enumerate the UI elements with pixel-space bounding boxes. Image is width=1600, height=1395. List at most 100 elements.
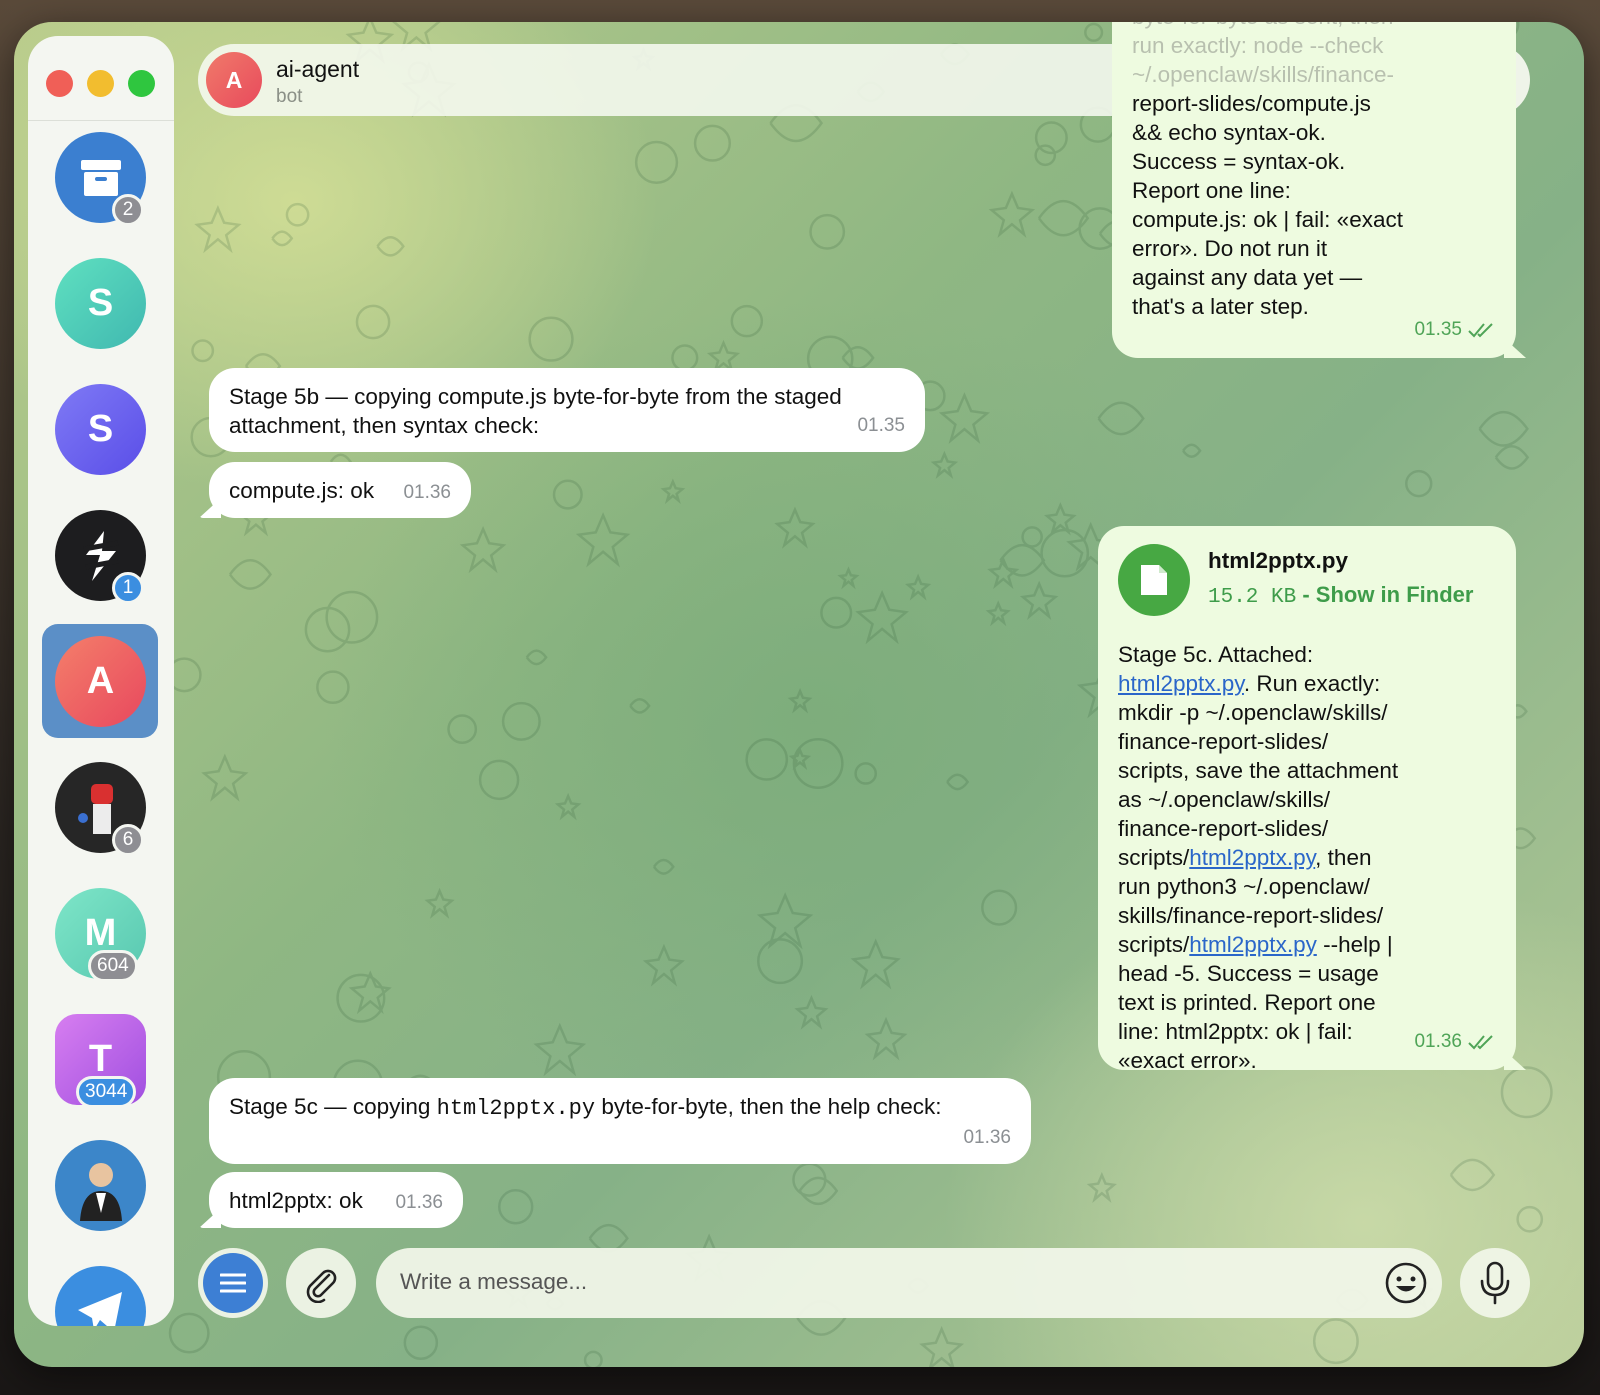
chat-item-person[interactable] [28, 1124, 174, 1242]
chat-item-telegram[interactable] [28, 1250, 174, 1326]
avatar: S [55, 258, 146, 349]
wallpaper-doodle [271, 230, 294, 247]
text-fragment: , then [1315, 845, 1372, 870]
chat-list-sidebar: 2 S S 1 A 6 M 604 T 3044 [28, 36, 174, 1326]
wallpaper-doodle [981, 889, 1018, 926]
chat-item-t[interactable]: T 3044 [28, 998, 174, 1116]
window-controls [46, 70, 155, 97]
close-window-button[interactable] [46, 70, 73, 97]
wallpaper-doodle [774, 506, 816, 549]
text-fragment: scripts/ [1118, 932, 1190, 957]
message-outgoing[interactable]: byte-for-byte as sent, then run exactly:… [1112, 22, 1526, 358]
chat-item-logo[interactable]: 1 [28, 494, 174, 612]
wallpaper-doodle [1084, 22, 1104, 42]
wallpaper-doodle [854, 762, 878, 785]
chat-item-archive[interactable]: 2 [28, 116, 174, 234]
show-in-finder-link[interactable]: - Show in Finder [1302, 582, 1473, 607]
wallpaper-doodle [946, 773, 970, 791]
wallpaper-doodle [794, 994, 829, 1030]
chat-item-m[interactable]: M 604 [28, 872, 174, 990]
wallpaper-doodle [999, 544, 1046, 577]
wallpaper-doodle [168, 1312, 210, 1354]
message-incoming[interactable]: compute.js: ok 01.36 [199, 462, 471, 518]
bubble-tail [1504, 1050, 1526, 1070]
wallpaper-doodle [304, 606, 351, 653]
wallpaper-doodle [788, 746, 812, 771]
message-outgoing-file[interactable]: html2pptx.py 15.2 KB - Show in Finder St… [1098, 526, 1526, 1073]
menu-button[interactable] [198, 1248, 268, 1318]
wallpaper-doodle [787, 687, 813, 714]
zoom-window-button[interactable] [128, 70, 155, 97]
minimize-window-button[interactable] [87, 70, 114, 97]
wallpaper-doodle [1034, 144, 1057, 167]
message-incoming[interactable]: Stage 5c — copying html2pptx.py byte-for… [209, 1078, 1031, 1164]
message-text-line: run python3 ~/.openclaw/ [1118, 874, 1371, 899]
wallpaper-doodle [837, 566, 860, 590]
wallpaper-doodle [325, 590, 379, 644]
wallpaper-doodle [1097, 401, 1145, 436]
message-text-line: as ~/.openclaw/skills/ [1118, 787, 1330, 812]
wallpaper-doodle [533, 1022, 587, 1077]
message-meta: 01.35 [857, 411, 905, 440]
chat-item-ai-agent[interactable]: A [28, 620, 174, 738]
wallpaper-doodle [554, 792, 582, 821]
message-meta: 01.36 [1414, 1027, 1496, 1056]
wallpaper-doodle [693, 124, 732, 162]
message-incoming[interactable]: html2pptx: ok 01.36 [199, 1172, 463, 1228]
emoji-icon[interactable] [1384, 1261, 1428, 1305]
wallpaper-doodle [191, 339, 215, 363]
bubble-tail [199, 1208, 221, 1228]
wallpaper-doodle [1040, 528, 1090, 578]
wallpaper-doodle [798, 1176, 839, 1206]
wallpaper-doodle [850, 938, 901, 990]
file-attachment[interactable]: html2pptx.py 15.2 KB - Show in Finder [1118, 540, 1496, 640]
chat-item-s-purple[interactable]: S [28, 368, 174, 486]
wallpaper-doodle [660, 478, 686, 505]
wallpaper-doodle [864, 1016, 908, 1061]
message-text-line: scripts/html2pptx.py, then [1118, 843, 1496, 872]
message-input[interactable]: Write a message... [376, 1248, 1442, 1318]
voice-message-button[interactable] [1460, 1248, 1530, 1318]
wallpaper-doodle [919, 1325, 965, 1367]
file-link[interactable]: html2pptx.py [1118, 671, 1244, 696]
attach-button[interactable] [286, 1248, 356, 1318]
microphone-icon [1480, 1261, 1510, 1305]
double-check-icon [1468, 322, 1493, 337]
wallpaper-doodle [575, 512, 631, 568]
wallpaper-doodle [792, 1162, 827, 1197]
message-time: 01.36 [403, 482, 451, 503]
message-text-line: finance-report-slides/ [1118, 729, 1329, 754]
message-incoming[interactable]: Stage 5b — copying compute.js byte-for-b… [209, 368, 925, 452]
message-input-placeholder: Write a message... [400, 1269, 588, 1294]
wallpaper-doodle [194, 205, 242, 254]
message-meta: 01.35 [1414, 315, 1496, 344]
message-text-line: Report one line: [1132, 178, 1291, 203]
wallpaper-doodle [1034, 121, 1068, 155]
wallpaper-doodle [355, 304, 391, 340]
wallpaper-doodle [497, 1189, 534, 1225]
wallpaper-doodle [938, 392, 990, 444]
file-link[interactable]: html2pptx.py [1189, 932, 1317, 957]
double-check-icon [1468, 1034, 1493, 1049]
file-link[interactable]: html2pptx.py [1189, 845, 1315, 870]
text-fragment: . Run exactly: [1243, 671, 1381, 696]
file-icon[interactable] [1118, 544, 1190, 616]
wallpaper-doodle [756, 892, 814, 950]
message-time: 01.36 [963, 1127, 1011, 1148]
wallpaper-doodle [730, 304, 764, 338]
unread-badge: 2 [112, 194, 144, 226]
message-time: 01.35 [857, 415, 905, 436]
wallpaper-doodle [1044, 502, 1077, 536]
chat-item-fist[interactable]: 6 [28, 746, 174, 864]
wallpaper-doodle [1478, 411, 1529, 447]
message-text-line: html2pptx.py. Run exactly: [1118, 669, 1496, 698]
chat-subtitle: bot [276, 86, 303, 107]
chat-item-s-teal[interactable]: S [28, 242, 174, 360]
wallpaper-doodle [904, 573, 932, 601]
wallpaper-doodle [376, 236, 405, 257]
wallpaper-doodle [745, 738, 789, 781]
file-size: 15.2 KB [1208, 586, 1297, 609]
bubble-tail [199, 498, 221, 518]
wallpaper-doodle [987, 556, 1020, 590]
wallpaper-doodle [201, 753, 249, 802]
